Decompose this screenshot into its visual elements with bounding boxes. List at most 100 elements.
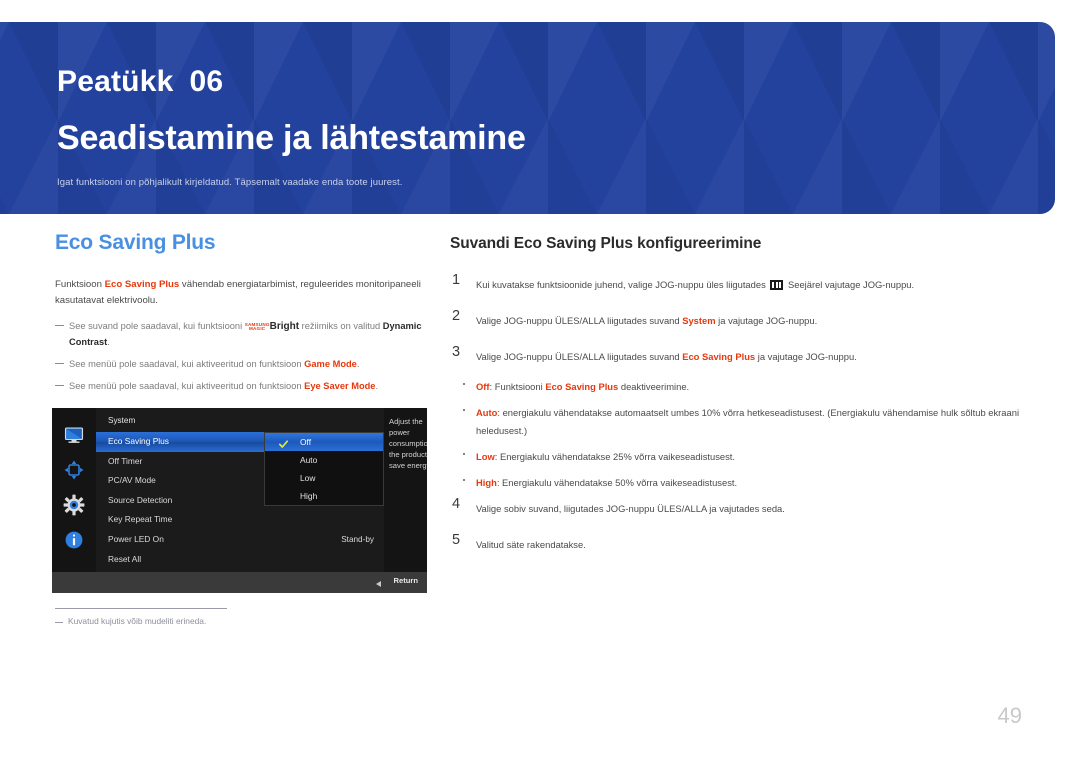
step-number: 2 xyxy=(452,308,461,324)
osd-item-label: Power LED On xyxy=(108,533,164,544)
banner-chevron xyxy=(548,22,646,214)
bullet-low: Low: Energiakulu vähendatakse 25% võrra … xyxy=(450,447,1035,465)
step-3: 3 Valige JOG-nuppu ÜLES/ALLA liigutades … xyxy=(450,344,1035,365)
banner-chevron xyxy=(1038,22,1055,214)
magicbright-word: Bright xyxy=(269,321,300,333)
banner-chevron xyxy=(744,22,842,214)
magicbright-bottom: MAGIC xyxy=(249,326,266,332)
bullet-text-post: deaktiveerimine. xyxy=(618,381,690,392)
bullet-text-pre: : Funktsiooni xyxy=(489,381,546,392)
step-text: Valige JOG-nuppu ÜLES/ALLA liigutades su… xyxy=(476,351,857,362)
magicbright-logo: SAMSUNG MAGIC Bright xyxy=(245,319,299,335)
note-accent: Eye Saver Mode xyxy=(304,380,376,391)
osd-item-power-led-on[interactable]: Power LED On Stand-by xyxy=(96,530,374,550)
bullet-text: High: Energiakulu vähendatakse 50% võrra… xyxy=(476,477,737,488)
osd-bottom-bar: Return xyxy=(52,572,427,593)
osd-item-value: Stand-by xyxy=(341,534,374,544)
chapter-title: Seadistamine ja lähtestamine xyxy=(57,119,526,157)
step-number: 3 xyxy=(452,344,461,360)
osd-item-source-detection[interactable]: Source Detection xyxy=(96,491,264,511)
osd-screenshot: System Eco Saving Plus Off Timer PC/AV M… xyxy=(52,408,427,593)
magicbright-stack: SAMSUNG MAGIC xyxy=(245,323,270,331)
step-number: 5 xyxy=(452,532,461,548)
chapter-banner: Peatükk 06 Seadistamine ja lähtestamine I… xyxy=(0,22,1055,214)
osd-item-eco-saving-plus[interactable]: Eco Saving Plus xyxy=(96,432,264,452)
osd-item-key-repeat-time[interactable]: Key Repeat Time xyxy=(96,510,264,530)
osd-submenu-item-auto[interactable]: Auto xyxy=(265,451,383,469)
osd-item-label: Reset All xyxy=(108,553,142,564)
osd-item-label: Key Repeat Time xyxy=(108,514,173,525)
chapter-label-row: Peatükk 06 xyxy=(57,65,223,99)
step-text-post: Seejärel vajutage JOG-nuppu. xyxy=(785,279,915,290)
osd-submenu: Off Auto Low High xyxy=(264,432,384,506)
osd-menu-list: Eco Saving Plus Off Timer PC/AV Mode Sou… xyxy=(96,432,374,570)
banner-chevron xyxy=(646,22,744,214)
intro-text-1: Funktsioon xyxy=(55,279,105,290)
bullet-off: Off: Funktsiooni Eco Saving Plus deaktiv… xyxy=(450,377,1035,395)
bullet-text-pre: : Energiakulu vähendatakse 50% võrra vai… xyxy=(496,477,738,488)
osd-item-reset-all[interactable]: Reset All xyxy=(96,550,264,570)
back-arrow-icon xyxy=(376,580,381,587)
check-icon xyxy=(278,437,289,448)
bullet-text-pre: : energiakulu vähendatakse automaatselt … xyxy=(476,407,1020,436)
bullet-text: Low: Energiakulu vähendatakse 25% võrra … xyxy=(476,451,735,462)
step-4: 4 Valige sobiv suvand, liigutades JOG-nu… xyxy=(450,496,1035,517)
osd-submenu-label: Low xyxy=(300,473,316,483)
osd-item-pc-av-mode[interactable]: PC/AV Mode xyxy=(96,471,264,491)
page-number: 49 xyxy=(997,703,1022,728)
note-text: See menüü pole saadaval, kui aktiveeritu… xyxy=(69,380,305,391)
image-footnote: Kuvatud kujutis võib mudeliti erineda. xyxy=(55,616,206,626)
monitor-icon xyxy=(63,424,85,446)
info-icon xyxy=(63,529,85,551)
step-text-post: ja vajutage JOG-nuppu. xyxy=(755,351,857,362)
step-text: Kui kuvatakse funktsioonide juhend, vali… xyxy=(476,279,914,290)
note-text: See suvand pole saadaval, kui funktsioon… xyxy=(69,320,245,331)
step-text: Valige sobiv suvand, liigutades JOG-nupp… xyxy=(476,503,785,514)
banner-chevron xyxy=(450,22,548,214)
section-heading: Suvandi Eco Saving Plus konfigureerimine xyxy=(450,235,762,252)
bullet-accent: Low xyxy=(476,451,495,462)
right-column: Suvandi Eco Saving Plus konfigureerimine… xyxy=(450,231,1035,571)
osd-submenu-item-low[interactable]: Low xyxy=(265,469,383,487)
osd-item-off-timer[interactable]: Off Timer xyxy=(96,452,264,472)
note-item: See menüü pole saadaval, kui aktiveeritu… xyxy=(55,379,435,394)
step-2: 2 Valige JOG-nuppu ÜLES/ALLA liigutades … xyxy=(450,308,1035,329)
osd-submenu-label: Auto xyxy=(300,455,318,465)
note-item: See menüü pole saadaval, kui aktiveeritu… xyxy=(55,357,435,372)
step-5: 5 Valitud säte rakendatakse. xyxy=(450,532,1035,553)
intro-paragraph: Funktsioon Eco Saving Plus vähendab ener… xyxy=(55,277,435,309)
bullet-auto: Auto: energiakulu vähendatakse automaats… xyxy=(450,403,1035,439)
osd-icon-rail xyxy=(52,408,96,572)
osd-item-label: PC/AV Mode xyxy=(108,475,156,486)
intro-accent: Eco Saving Plus xyxy=(104,279,180,290)
osd-return-label[interactable]: Return xyxy=(394,576,418,585)
left-column: Eco Saving Plus Funktsioon Eco Saving Pl… xyxy=(55,231,435,401)
bullet-accent: Off xyxy=(476,381,490,392)
step-text-post: ja vajutage JOG-nuppu. xyxy=(715,315,818,326)
step-text-pre: Valige JOG-nuppu ÜLES/ALLA liigutades su… xyxy=(476,315,683,326)
bullet-text: Off: Funktsiooni Eco Saving Plus deaktiv… xyxy=(476,381,689,392)
bullet-accent: High xyxy=(476,477,497,488)
bullet-text: Auto: energiakulu vähendatakse automaats… xyxy=(476,407,1019,436)
osd-menu-title: System xyxy=(108,416,136,425)
footnote-divider xyxy=(55,608,227,609)
bullet-accent-2: Eco Saving Plus xyxy=(545,381,619,392)
osd-item-label: Eco Saving Plus xyxy=(108,436,169,446)
option-bullet-list: Off: Funktsiooni Eco Saving Plus deaktiv… xyxy=(450,377,1035,491)
chapter-subtitle: Igat funktsiooni on põhjalikult kirjelda… xyxy=(57,177,403,188)
step-accent: System xyxy=(682,315,716,326)
osd-submenu-item-off[interactable]: Off xyxy=(265,433,383,451)
move-arrows-icon xyxy=(63,459,85,481)
bullet-accent: Auto xyxy=(476,407,498,418)
osd-menu-panel: System Eco Saving Plus Off Timer PC/AV M… xyxy=(96,408,384,572)
note-item: See suvand pole saadaval, kui funktsioon… xyxy=(55,319,435,350)
osd-submenu-label: Off xyxy=(300,437,312,447)
step-number: 4 xyxy=(452,496,461,512)
step-text-pre: Kui kuvatakse funktsioonide juhend, vali… xyxy=(476,279,769,290)
note-text-post: . xyxy=(356,359,360,370)
step-1: 1 Kui kuvatakse funktsioonide juhend, va… xyxy=(450,272,1035,293)
chapter-label: Peatükk xyxy=(57,65,174,98)
note-text-mid: režiimiks on valitud xyxy=(299,320,383,331)
osd-submenu-item-high[interactable]: High xyxy=(265,487,383,505)
osd-submenu-label: High xyxy=(300,491,318,501)
